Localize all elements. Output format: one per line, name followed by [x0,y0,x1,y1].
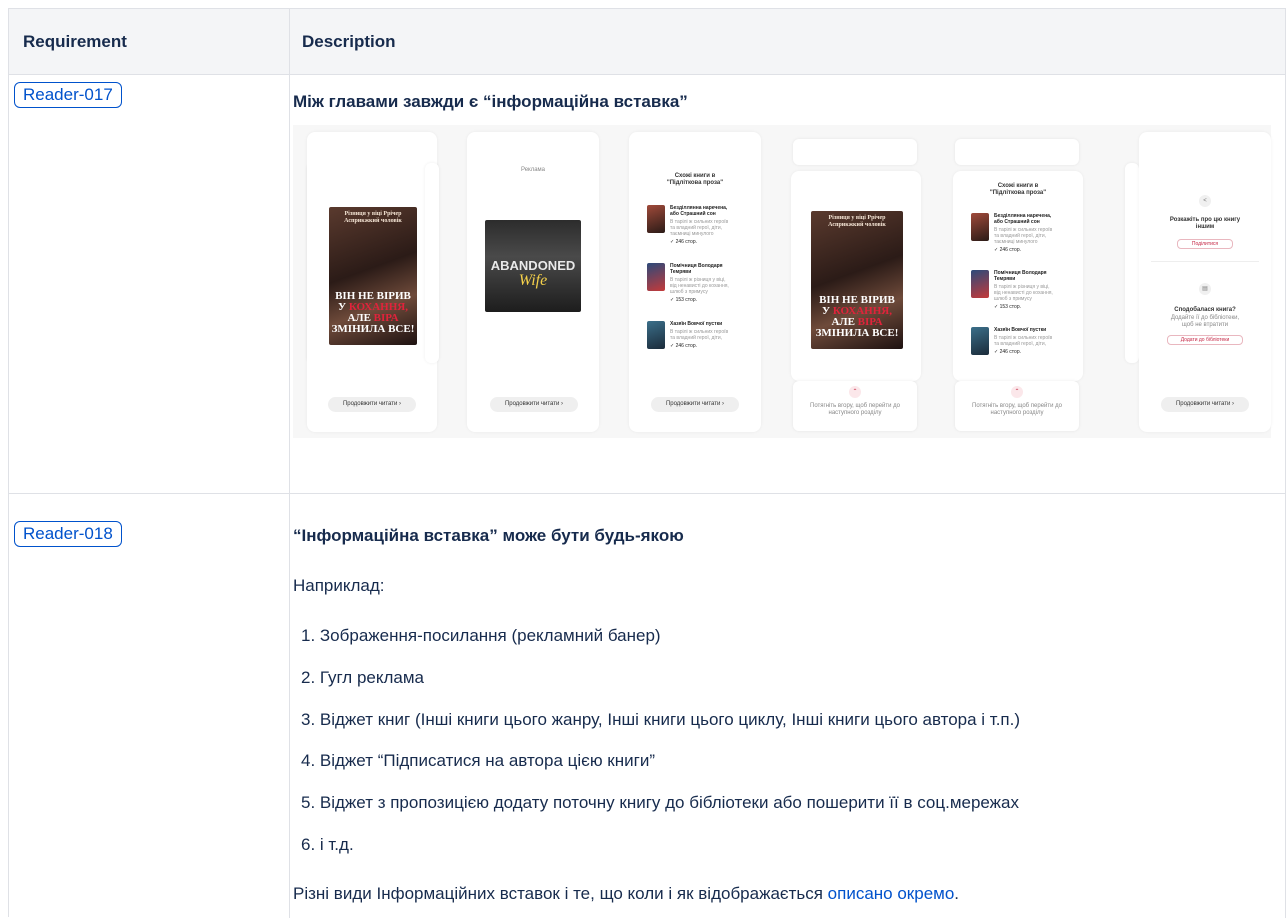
side-card [425,163,439,363]
column-divider [289,9,290,918]
book-thumb [971,213,989,241]
continue-reading-button: Продовжити читати › [651,397,739,412]
requirement-id-tag[interactable]: Reader-017 [14,82,122,108]
add-to-library-button: Додати до бібліотеки [1167,335,1243,345]
book-widget-item: Помічниця Володаря Темряви В тарілі ж різ… [647,263,730,303]
book-thumb [971,270,989,298]
list-item: 3. Віджет книг (Інші книги цього жанру, … [301,710,1021,729]
book-thumb [647,205,665,233]
similar-books-title: Схожі книги в "Підліткова проза" [989,183,1047,196]
book-widget-item: Безділлянна наречена, або Страшний сон В … [971,213,1054,253]
like-title: Сподобалася книга? [1174,307,1236,313]
share-button: Поділитися [1177,239,1233,249]
top-card [793,139,917,165]
book-thumb [971,327,989,355]
list-item: 2. Гугл реклама [301,668,424,687]
cover-subtitle: Різниця у віці Ррічер Асприкжкий чоловік [344,211,402,224]
header-requirement: Requirement [23,32,127,51]
book-title: Хазяїн Вовчої пустки [994,327,1047,333]
described-separately-link[interactable]: описано окремо [828,884,955,903]
book-title: Хазяїн Вовчої пустки [670,321,723,327]
book-title: Безділлянна наречена, або Страшний сон [994,213,1052,225]
table-header: Requirement Description [9,9,1286,75]
book-widget-item: Хазяїн Вовчої пустки В тарілі ж сильних г… [971,327,1054,355]
book-thumb [647,321,665,349]
book-widget-item: Безділлянна наречена, або Страшний сон В … [647,205,730,245]
swipe-up-icon: ⌃ [1011,386,1023,398]
cover-title: ВІН НЕ ВІРИВ У КОХАННЯ, АЛЕ ВІРА ЗМІНИЛА… [329,291,417,335]
requirement-id-tag[interactable]: Reader-018 [14,521,122,547]
book-pages: ✓ 246 стор. [670,239,697,245]
top-card [955,139,1079,165]
continue-reading-button: Продовжити читати › [490,397,578,412]
swipe-hint-text: Потягніть вгору, щоб перейти до наступно… [810,403,900,416]
footer-period: . [954,884,960,903]
book-pages: ✓ 246 стор. [994,247,1021,253]
library-icon: ▤ [1199,283,1211,295]
requirement-title: Між главами завжди є “інформаційна встав… [293,92,688,111]
list-item: 5. Віджет з пропозицією додату поточну к… [301,793,1020,812]
ad-banner-image: ABANDONED Wife [485,220,581,312]
book-desc: В тарілі ж сильних героїв та владний гер… [670,219,729,237]
similar-books-title: Схожі книги в "Підліткова проза" [666,173,724,186]
book-pages: ✓ 246 стор. [670,343,697,349]
cover-line: ЗМІНИЛА ВСЕ! [815,327,899,339]
cover-subtitle: Різниця у віці Ррічер Асприкжкий чоловік [828,215,886,228]
footer-text: Різні види Інформаційних вставок і те, щ… [293,884,828,903]
like-desc: Додайте її до бібліотеки, щоб не втратит… [1170,315,1240,328]
book-desc: В тарілі ж сильних героїв та владний гер… [994,227,1053,245]
book-widget-item: Помічниця Володаря Темряви В тарілі ж різ… [971,270,1054,310]
book-cover-image: Різниця у віці Ррічер Асприкжкий чоловік… [329,207,417,345]
ad-label: Реклама [520,167,546,173]
swipe-hint-text: Потягніть вгору, щоб перейти до наступно… [972,403,1062,416]
book-desc: В тарілі ж різниця у віці, від ненависті… [670,277,729,295]
header-description: Description [302,32,396,51]
list-item: 4. Віджет “Підписатися на автора цією кн… [301,751,655,770]
insert-mockups-image: Різниця у віці Ррічер Асприкжкий чоловік… [293,125,1271,438]
book-cover-image: Різниця у віці Ррічер Асприкжкий чоловік… [811,211,903,349]
book-title: Помічниця Володаря Темряви [670,263,723,275]
share-icon: < [1199,195,1211,207]
book-thumb [647,263,665,291]
continue-reading-button: Продовжити читати › [1161,397,1249,412]
share-title: Розкажіть про цю книгу іншим [1169,217,1241,230]
requirement-title: “Інформаційна вставка” може бути будь-як… [293,526,684,545]
book-title: Безділлянна наречена, або Страшний сон [670,205,728,217]
book-pages: ✓ 153 стор. [994,304,1021,310]
swipe-up-icon: ⌃ [849,386,861,398]
book-desc: В тарілі ж сильних героїв та владний гер… [994,335,1053,347]
book-pages: ✓ 153 стор. [670,297,697,303]
book-pages: ✓ 246 стор. [994,349,1021,355]
ad-banner-title: ABANDONED [490,258,576,273]
book-desc: В тарілі ж різниця у віці, від ненависті… [994,284,1053,302]
list-item: 1. Зображення-посилання (рекламний банер… [301,626,661,645]
ad-banner-subtitle: Wife [518,272,548,289]
book-widget-item: Хазяїн Вовчої пустки В тарілі ж сильних г… [647,321,730,349]
footer-note: Різні види Інформаційних вставок і те, щ… [293,884,959,904]
cover-title: ВІН НЕ ВІРИВ У КОХАННЯ, АЛЕ ВІРА ЗМІНИЛА… [811,295,903,339]
side-card [1125,163,1139,363]
divider [1151,261,1259,262]
continue-reading-button: Продовжити читати › [328,397,416,412]
row-divider [9,493,1286,494]
mockup-phone-share [1139,132,1271,432]
list-item: 6. і т.д. [301,835,354,854]
list-intro: Наприклад: [293,576,385,595]
book-desc: В тарілі ж сильних героїв та владний гер… [670,329,729,341]
book-title: Помічниця Володаря Темряви [994,270,1047,282]
cover-line: ЗМІНИЛА ВСЕ! [331,323,415,335]
